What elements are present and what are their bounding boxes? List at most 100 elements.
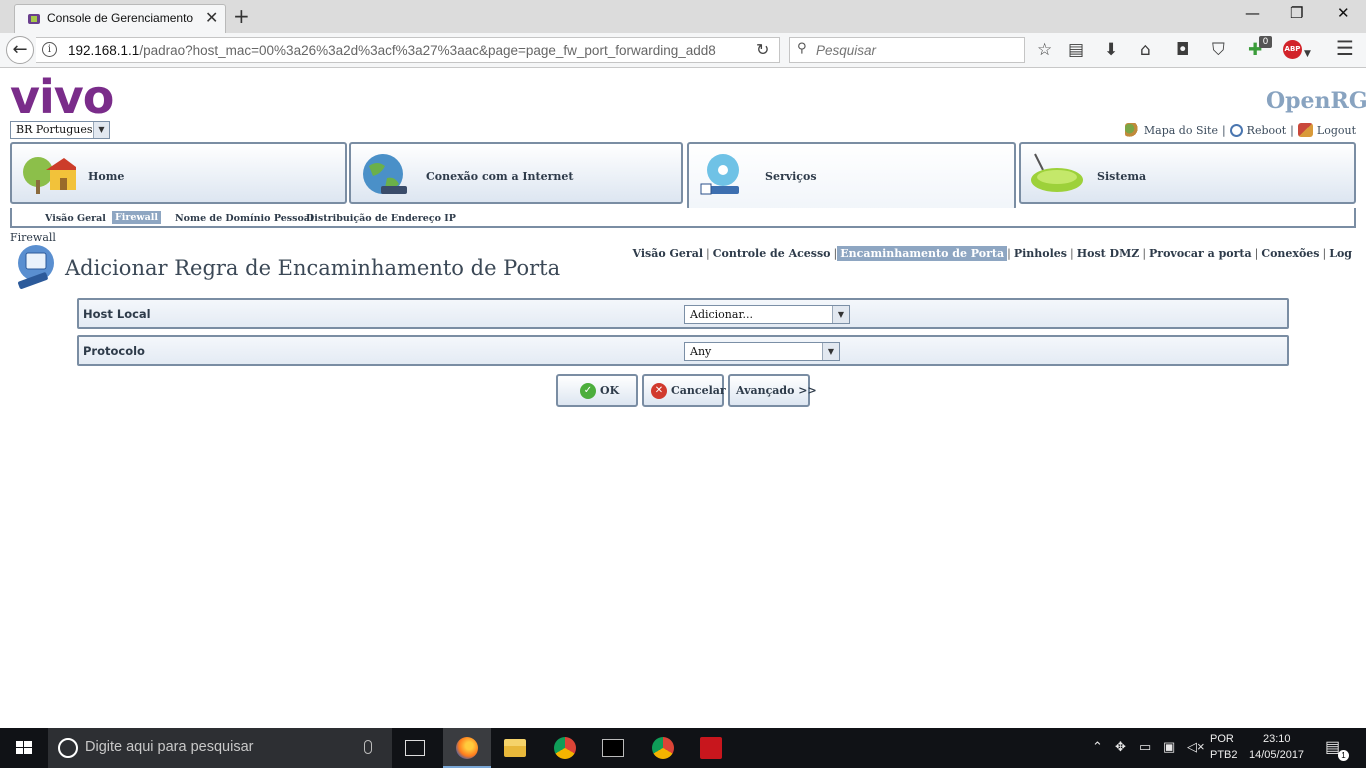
pocket-icon[interactable]: ◘	[1176, 41, 1189, 59]
tray-expand-icon[interactable]: ⌃	[1092, 739, 1103, 755]
language-select-value: BR Portuguese	[16, 123, 99, 136]
nav-pinholes[interactable]: Pinholes	[1011, 246, 1070, 261]
browser-tabbar: Console de Gerenciamento ✕ + — ❐ ✕	[0, 0, 1366, 33]
clock-time[interactable]: 23:10	[1263, 733, 1291, 745]
main-tab-label: Home	[88, 170, 125, 183]
vivo-logo: vivo	[10, 70, 114, 124]
new-tab-icon[interactable]: +	[233, 4, 250, 28]
sub-tab-firewall[interactable]: Firewall	[112, 211, 161, 224]
minimize-icon[interactable]: —	[1245, 4, 1260, 22]
microphone-icon[interactable]	[364, 740, 372, 754]
taskbar-search-placeholder: Digite aqui para pesquisar	[85, 739, 254, 755]
restore-icon[interactable]: ❐	[1290, 4, 1303, 22]
taskbar-acrobat[interactable]	[687, 728, 735, 768]
url-text[interactable]: 192.168.1.1/padrao?host_mac=00%3a26%3a2d…	[68, 43, 754, 58]
reboot-link[interactable]: Reboot	[1247, 124, 1287, 137]
nav-connections[interactable]: Conexões	[1258, 246, 1322, 261]
chevron-down-icon[interactable]: ▼	[822, 343, 839, 360]
page-title: Adicionar Regra de Encaminhamento de Por…	[65, 256, 561, 280]
ok-button[interactable]: ✓ OK	[556, 374, 638, 407]
nav-port-forwarding[interactable]: Encaminhamento de Porta	[837, 246, 1008, 261]
main-tab-label: Conexão com a Internet	[426, 170, 574, 183]
header-links: Mapa do Site | Reboot | Logout	[1124, 123, 1356, 137]
battery-icon[interactable]: ▭	[1139, 739, 1151, 755]
taskbar-chrome-1[interactable]	[541, 728, 589, 768]
sub-tab-personal-domain[interactable]: Nome de Domínio Pessoal	[175, 213, 314, 224]
main-tab-home[interactable]: Home	[10, 142, 347, 204]
nav-dmz-host[interactable]: Host DMZ	[1074, 246, 1143, 261]
chevron-down-icon[interactable]: ▼	[93, 122, 109, 138]
protocol-row: Protocolo Any ▼	[77, 335, 1289, 366]
sub-tab-ip-distribution[interactable]: Distribuição de Endereço IP	[306, 213, 456, 224]
openrg-logo: OpenRG	[1266, 88, 1366, 114]
adblock-dropdown-icon[interactable]: ▼	[1304, 45, 1311, 63]
advanced-button[interactable]: Avançado >>	[728, 374, 817, 407]
close-window-icon[interactable]: ✕	[1337, 4, 1350, 22]
taskbar-file-explorer[interactable]	[491, 728, 539, 768]
firewall-section-nav: Visão Geral | Controle de Acesso | Encaminha…	[630, 246, 1356, 261]
cancel-button-label: Cancelar	[671, 384, 726, 397]
sitemap-link[interactable]: Mapa do Site	[1144, 124, 1218, 137]
reading-list-icon[interactable]: ▤	[1068, 41, 1084, 59]
download-icon[interactable]: ⬇	[1104, 41, 1118, 59]
back-arrow-icon[interactable]: ←	[6, 36, 34, 64]
action-center-badge: 1	[1338, 750, 1349, 761]
taskbar-search[interactable]: Digite aqui para pesquisar	[48, 728, 392, 768]
terminal-icon	[602, 739, 624, 757]
cancel-button[interactable]: ✕ Cancelar	[642, 374, 726, 407]
windows-start-icon[interactable]	[0, 728, 48, 768]
bookmark-star-icon[interactable]: ☆	[1037, 41, 1052, 59]
info-icon[interactable]: i	[42, 42, 57, 57]
router-page: vivo BR Portuguese ▼ OpenRG Mapa do Site…	[0, 69, 1366, 728]
firefox-icon	[456, 737, 478, 759]
volume-muted-icon[interactable]: ◁×	[1187, 739, 1205, 755]
power-icon	[1229, 124, 1243, 137]
clock-date[interactable]: 14/05/2017	[1249, 749, 1304, 761]
tab-title: Console de Gerenciamento	[47, 11, 194, 25]
protocol-value: Any	[690, 345, 712, 358]
chrome-icon	[554, 737, 576, 759]
adblock-plus-icon[interactable]: ABP	[1283, 40, 1302, 59]
firewall-monitor-icon	[18, 245, 54, 289]
nav-access-control[interactable]: Controle de Acesso	[710, 246, 834, 261]
network-icon[interactable]: ▣	[1163, 739, 1175, 755]
close-tab-icon[interactable]: ✕	[205, 8, 218, 27]
notification-badge: 0	[1259, 36, 1272, 48]
browser-search-bar[interactable]: ⚲	[789, 37, 1025, 63]
protocol-label: Protocolo	[83, 344, 145, 358]
browser-tab[interactable]: Console de Gerenciamento ✕	[14, 4, 226, 33]
advanced-button-label: Avançado >>	[736, 384, 817, 397]
taskbar-cmd[interactable]	[589, 728, 637, 768]
dropbox-icon[interactable]: ✥	[1115, 739, 1126, 755]
chevron-down-icon[interactable]: ▼	[832, 306, 849, 323]
nav-port-triggering[interactable]: Provocar a porta	[1146, 246, 1255, 261]
lang-indicator-1[interactable]: POR	[1210, 733, 1234, 745]
router-icon	[1031, 153, 1083, 192]
pdf-icon	[700, 737, 722, 759]
browser-search-input[interactable]	[816, 41, 1016, 59]
logout-link[interactable]: Logout	[1317, 124, 1356, 137]
ok-button-label: OK	[600, 384, 620, 397]
hamburger-menu-icon[interactable]: ☰	[1336, 38, 1354, 58]
extension-basket-icon[interactable]: ⛉	[1212, 41, 1225, 59]
logout-icon	[1297, 123, 1313, 137]
home-icon[interactable]: ⌂	[1140, 41, 1151, 59]
nav-log[interactable]: Log	[1326, 246, 1355, 261]
host-local-label: Host Local	[83, 307, 151, 321]
taskbar-chrome-2[interactable]	[639, 728, 687, 768]
main-tab-internet[interactable]: Conexão com a Internet	[349, 142, 683, 204]
cancel-x-icon: ✕	[651, 383, 667, 399]
main-tab-system[interactable]: Sistema	[1019, 142, 1356, 204]
reload-icon[interactable]: ↻	[756, 40, 769, 59]
host-local-select[interactable]: Adicionar... ▼	[684, 305, 850, 324]
nav-overview[interactable]: Visão Geral	[630, 246, 707, 261]
sub-tab-overview[interactable]: Visão Geral	[45, 213, 106, 224]
url-bar[interactable]: i 192.168.1.1/padrao?host_mac=00%3a26%3a…	[36, 37, 780, 63]
main-tab-services[interactable]: Serviços	[687, 142, 1016, 210]
chrome-icon	[652, 737, 674, 759]
task-view-icon[interactable]	[405, 740, 425, 756]
language-select[interactable]: BR Portuguese ▼	[10, 121, 110, 139]
taskbar-firefox[interactable]	[443, 728, 491, 768]
lang-indicator-2[interactable]: PTB2	[1210, 749, 1238, 761]
protocol-select[interactable]: Any ▼	[684, 342, 840, 361]
